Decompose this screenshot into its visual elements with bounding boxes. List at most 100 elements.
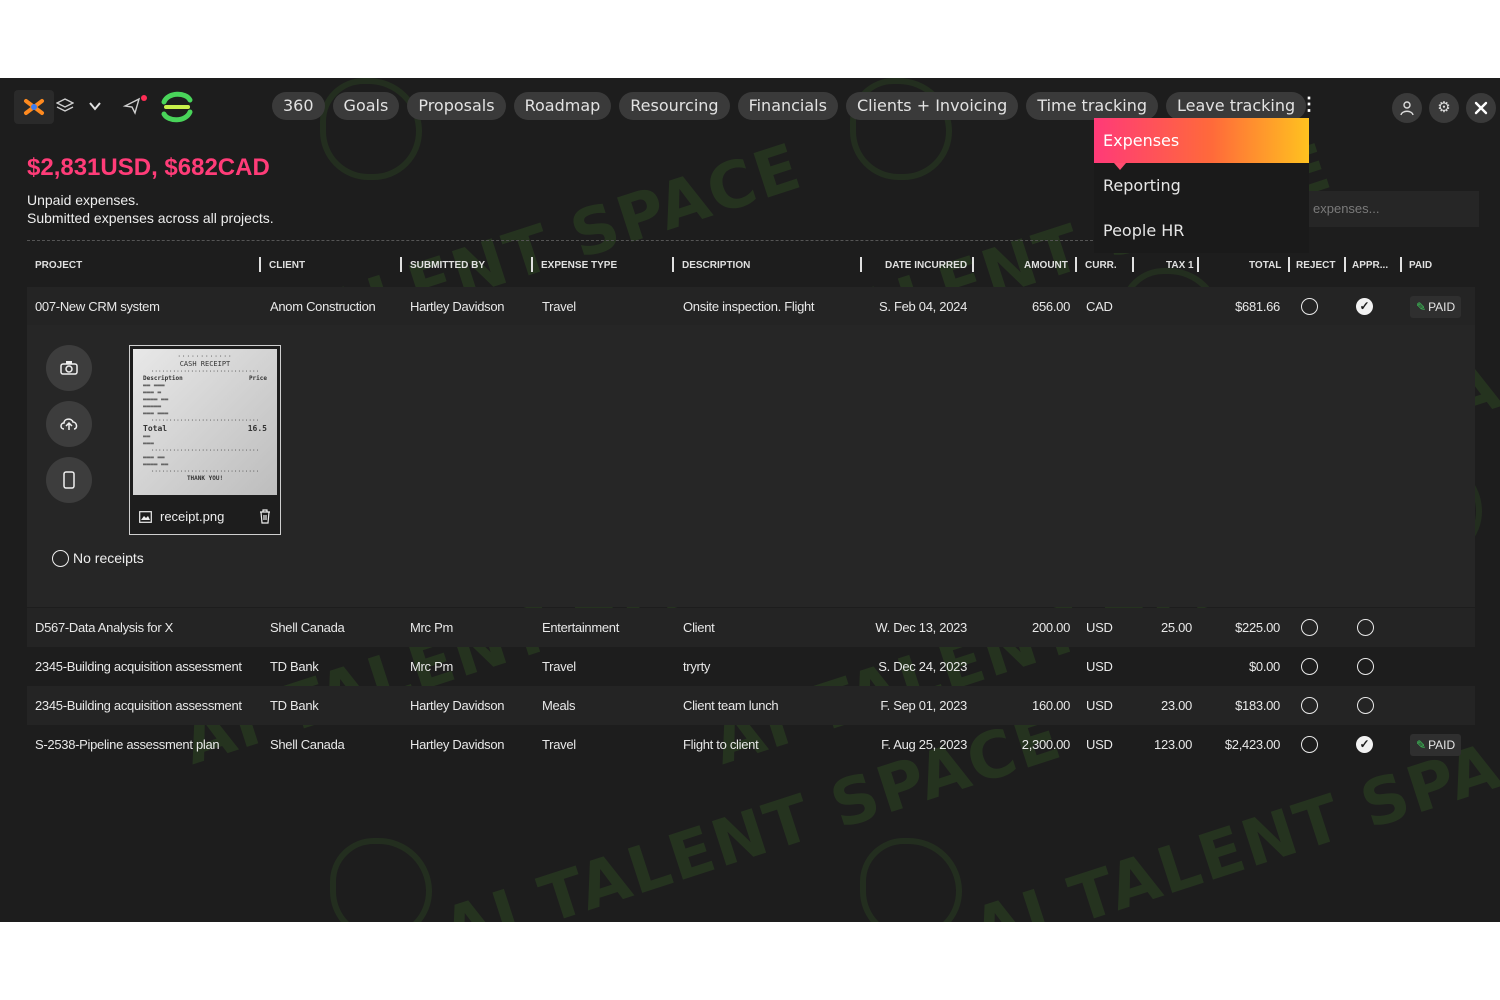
cell-submitted-by: Mrc Pm: [410, 659, 453, 674]
send-icon[interactable]: [122, 94, 148, 116]
cell-date: F. Aug 25, 2023: [881, 737, 967, 752]
column-header-paid[interactable]: PAID: [1409, 260, 1432, 271]
cell-submitted-by: Mrc Pm: [410, 620, 453, 635]
divider: [27, 240, 1093, 241]
cell-total: $0.00: [1248, 659, 1280, 674]
receipt-total-value: 16.5: [247, 424, 267, 433]
cell-total: $681.66: [1235, 299, 1280, 314]
menu-item-expenses[interactable]: Expenses: [1094, 118, 1309, 163]
cell-description: Onsite inspection. Flight: [683, 299, 815, 314]
column-header-tax[interactable]: TAX 1: [1166, 260, 1194, 271]
more-menu-icon[interactable]: ⋮: [1300, 94, 1318, 115]
receipt-panel: ············ CASH RECEIPT ··············…: [27, 325, 1475, 607]
reject-radio[interactable]: [1301, 736, 1318, 753]
cell-total: $225.00: [1235, 620, 1280, 635]
tab-leave-tracking[interactable]: Leave tracking: [1166, 92, 1307, 120]
trash-icon[interactable]: [259, 509, 271, 524]
column-header-date-incurred[interactable]: DATE INCURRED: [885, 260, 967, 271]
cell-description: Client team lunch: [683, 698, 779, 713]
tab-resourcing[interactable]: Resourcing: [619, 92, 730, 120]
cell-expense-type: Entertainment: [542, 620, 620, 635]
column-header-reject[interactable]: REJECT: [1296, 260, 1335, 271]
approve-radio[interactable]: [1357, 697, 1374, 714]
approved-check-icon[interactable]: ✓: [1356, 736, 1373, 753]
tab-roadmap[interactable]: Roadmap: [513, 92, 612, 120]
approved-check-icon[interactable]: ✓: [1356, 298, 1373, 315]
table-row[interactable]: 007-New CRM system Anom Construction Har…: [27, 287, 1475, 326]
summary-title: Unpaid expenses.: [27, 192, 140, 208]
tab-goals[interactable]: Goals: [332, 92, 400, 120]
tab-clients-invoicing[interactable]: Clients + Invoicing: [845, 92, 1019, 120]
reject-radio[interactable]: [1301, 697, 1318, 714]
cell-client: Shell Canada: [270, 620, 345, 635]
cell-tax: 25.00: [1160, 620, 1192, 635]
paid-badge[interactable]: ✎ PAID: [1410, 734, 1462, 756]
cell-expense-type: Travel: [542, 659, 576, 674]
cloud-upload-icon[interactable]: [46, 401, 92, 447]
menu-item-reporting[interactable]: Reporting: [1094, 163, 1309, 208]
column-separator: [1197, 257, 1199, 272]
search-input[interactable]: expenses...: [1309, 191, 1479, 227]
paid-badge[interactable]: ✎ PAID: [1410, 296, 1462, 318]
app-window: AI TALENT SPACE AI TALENT SPACE AI TALEN…: [0, 78, 1500, 922]
receipt-title: CASH RECEIPT: [179, 360, 231, 368]
column-header-currency[interactable]: CURR.: [1085, 260, 1117, 271]
cell-project: D567-Data Analysis for X: [35, 620, 174, 635]
reject-radio[interactable]: [1301, 298, 1318, 315]
column-header-submitted-by[interactable]: SUBMITTED BY: [410, 260, 485, 271]
tabs-overflow-menu: Expenses Reporting People HR: [1094, 118, 1309, 253]
column-separator: [400, 257, 402, 272]
column-header-project[interactable]: PROJECT: [35, 260, 82, 271]
cell-client: TD Bank: [270, 698, 319, 713]
cell-tax: 23.00: [1160, 698, 1192, 713]
cell-submitted-by: Hartley Davidson: [410, 299, 505, 314]
approve-radio[interactable]: [1357, 658, 1374, 675]
column-header-total[interactable]: TOTAL: [1249, 260, 1281, 271]
chevron-down-icon[interactable]: [88, 99, 102, 113]
menu-item-people-hr[interactable]: People HR: [1094, 208, 1309, 253]
summary-description: Submitted expenses across all projects.: [27, 210, 274, 226]
column-separator: [1400, 257, 1402, 272]
tab-financials[interactable]: Financials: [737, 92, 838, 120]
column-separator: [972, 257, 974, 272]
apps-icon[interactable]: [14, 90, 54, 124]
close-icon[interactable]: [1466, 93, 1496, 123]
reject-radio[interactable]: [1301, 619, 1318, 636]
receipt-thumbnail[interactable]: ············ CASH RECEIPT ··············…: [129, 345, 281, 535]
table-row[interactable]: D567-Data Analysis for X Shell Canada Mr…: [27, 608, 1475, 647]
layers-icon[interactable]: [56, 97, 74, 115]
gear-icon[interactable]: ⚙: [1429, 93, 1459, 123]
cell-currency: USD: [1086, 620, 1113, 635]
paid-label: PAID: [1428, 300, 1456, 314]
no-receipts-label: No receipts: [73, 550, 144, 566]
reject-radio[interactable]: [1301, 658, 1318, 675]
cell-amount: 656.00: [1032, 299, 1070, 314]
column-header-amount[interactable]: AMOUNT: [1024, 260, 1068, 271]
cell-currency: USD: [1086, 737, 1113, 752]
receipt-file-bar: receipt.png: [130, 500, 280, 534]
user-icon[interactable]: [1392, 93, 1422, 123]
table-row[interactable]: S-2538-Pipeline assessment plan Shell Ca…: [27, 725, 1475, 764]
tab-proposals[interactable]: Proposals: [407, 92, 506, 120]
cell-currency: CAD: [1086, 299, 1113, 314]
column-separator: [860, 257, 862, 272]
column-header-expense-type[interactable]: EXPENSE TYPE: [541, 260, 617, 271]
phone-icon[interactable]: [46, 457, 92, 503]
cell-total: $183.00: [1235, 698, 1280, 713]
receipt-thanks: THANK YOU!: [186, 475, 224, 482]
cell-project: 2345-Building acquisition assessment: [35, 659, 242, 674]
column-header-description[interactable]: DESCRIPTION: [682, 260, 750, 271]
no-receipts-radio[interactable]: [52, 550, 69, 567]
column-header-approve[interactable]: APPR...: [1352, 260, 1388, 271]
tab-360[interactable]: 360: [272, 92, 325, 120]
table-row[interactable]: 2345-Building acquisition assessment TD …: [27, 647, 1475, 686]
cell-description: Flight to client: [683, 737, 759, 752]
cell-client: TD Bank: [270, 659, 319, 674]
column-separator: [531, 257, 533, 272]
tab-time-tracking[interactable]: Time tracking: [1026, 92, 1159, 120]
table-row[interactable]: 2345-Building acquisition assessment TD …: [27, 686, 1475, 725]
no-receipts-option[interactable]: No receipts: [52, 550, 144, 567]
camera-icon[interactable]: [46, 345, 92, 391]
column-header-client[interactable]: CLIENT: [269, 260, 305, 271]
approve-radio[interactable]: [1357, 619, 1374, 636]
